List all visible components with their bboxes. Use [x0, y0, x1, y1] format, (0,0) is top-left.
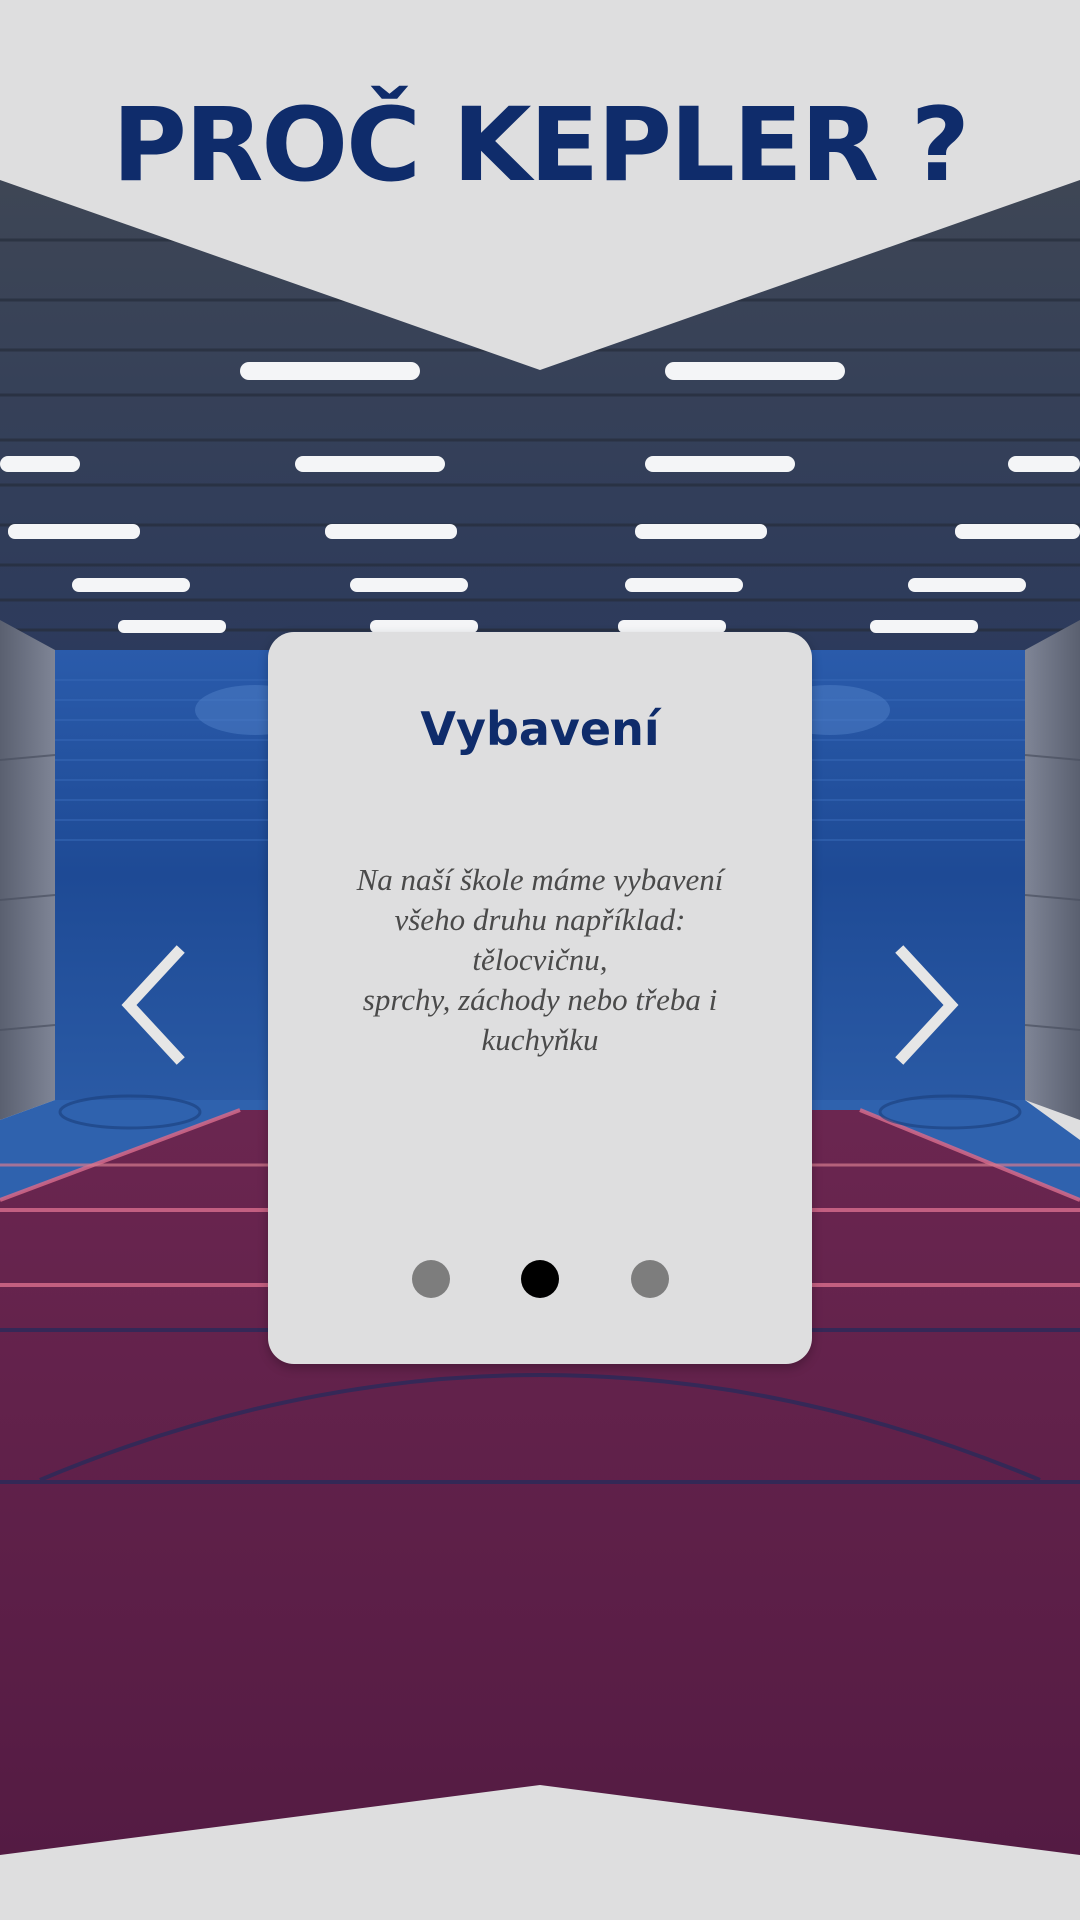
- carousel-pagination: [268, 1260, 812, 1300]
- next-slide-button[interactable]: [885, 945, 965, 1065]
- pagination-dot-3[interactable]: [631, 1260, 669, 1298]
- slide-text-line: všeho druhu například:: [394, 902, 686, 937]
- slide-title: Vybavení: [420, 702, 660, 756]
- slide-description: Na naší škole máme vybavení všeho druhu …: [318, 860, 762, 1060]
- pagination-dot-2[interactable]: [521, 1260, 559, 1298]
- slide-text-line: Na naší škole máme vybavení: [356, 862, 724, 897]
- chevron-right-icon: [895, 945, 959, 1065]
- pagination-dot-1[interactable]: [412, 1260, 450, 1298]
- previous-slide-button[interactable]: [115, 945, 195, 1065]
- chevron-left-icon: [121, 945, 185, 1065]
- slide-text-line: kuchyňku: [481, 1022, 599, 1057]
- slide-text-line: sprchy, záchody nebo třeba i: [362, 982, 718, 1017]
- slide-card: Vybavení Na naší škole máme vybavení vše…: [268, 632, 812, 1364]
- page-title: PROČ KEPLER ?: [112, 86, 970, 205]
- slide-text-line: tělocvičnu,: [472, 942, 608, 977]
